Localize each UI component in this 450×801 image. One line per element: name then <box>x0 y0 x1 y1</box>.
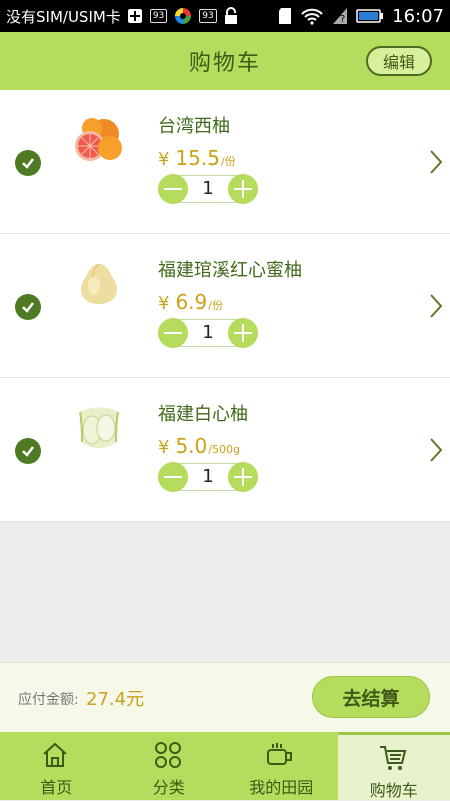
currency-symbol: ¥ <box>158 149 169 170</box>
battery-icon <box>356 8 384 24</box>
cup-icon <box>265 740 295 770</box>
no-signal-icon: ? <box>332 7 348 25</box>
minus-icon[interactable] <box>158 174 188 204</box>
plus-box-icon <box>127 8 143 24</box>
nav-item-cart[interactable]: 购物车 <box>338 732 450 800</box>
nav-item-category[interactable]: 分类 <box>113 732 226 800</box>
checkout-button[interactable]: 去结算 <box>312 676 430 718</box>
plus-icon[interactable] <box>228 462 258 492</box>
nav-label: 我的田园 <box>225 774 338 798</box>
nav-label: 分类 <box>113 774 226 798</box>
price-unit: /份 <box>221 153 236 169</box>
notification-count-badge-2: 93 <box>199 9 216 23</box>
cart-item[interactable]: 福建琯溪红心蜜柚 ¥ 6.9 /份 1 <box>0 234 450 378</box>
plus-icon[interactable] <box>228 318 258 348</box>
clock: 16:07 <box>392 6 444 27</box>
app-header: 购物车 编辑 <box>0 32 450 90</box>
price-value: 5.0 <box>175 434 207 458</box>
chevron-right-icon[interactable] <box>426 436 446 464</box>
cart-item[interactable]: 福建白心柚 ¥ 5.0 /500g 1 <box>0 378 450 522</box>
pomelo-product-image <box>68 258 130 312</box>
quantity-value[interactable]: 1 <box>188 174 228 204</box>
carrier-label: 没有SIM/USIM卡 <box>6 6 121 27</box>
product-price: ¥ 6.9 /份 <box>158 290 223 314</box>
bottom-nav: 首页 分类 我的田园 购物车 <box>0 732 450 800</box>
svg-text:?: ? <box>340 14 345 25</box>
checkbox-checked-icon[interactable] <box>15 438 41 464</box>
checkout-bar: 应付金额: 27.4元 去结算 <box>0 662 450 732</box>
price-unit: /份 <box>208 297 223 313</box>
product-name[interactable]: 福建白心柚 <box>158 400 248 426</box>
colorful-app-icon <box>174 7 192 25</box>
nav-item-home[interactable]: 首页 <box>0 732 113 800</box>
page-title: 购物车 <box>189 45 261 77</box>
cart-icon <box>378 743 408 773</box>
minus-icon[interactable] <box>158 318 188 348</box>
total-amount: 27.4元 <box>86 685 144 711</box>
quantity-value[interactable]: 1 <box>188 318 228 348</box>
currency-symbol: ¥ <box>158 293 169 314</box>
quantity-value[interactable]: 1 <box>188 462 228 492</box>
notification-count-badge: 93 <box>150 9 167 23</box>
price-value: 15.5 <box>175 146 220 170</box>
quantity-stepper: 1 <box>158 318 258 348</box>
grid-icon <box>153 740 183 770</box>
lock-icon <box>224 7 238 25</box>
nav-label: 首页 <box>0 774 113 798</box>
product-name[interactable]: 福建琯溪红心蜜柚 <box>158 256 302 282</box>
chevron-right-icon[interactable] <box>426 148 446 176</box>
white-pomelo-product-image <box>68 402 130 456</box>
nav-item-my-garden[interactable]: 我的田园 <box>225 732 338 800</box>
cart-list: 台湾西柚 ¥ 15.5 /份 1 福建琯溪红心蜜柚 ¥ 6.9 <box>0 90 450 522</box>
wifi-icon <box>300 7 324 25</box>
sd-card-icon <box>278 7 292 25</box>
price-value: 6.9 <box>175 290 207 314</box>
edit-button[interactable]: 编辑 <box>366 46 432 76</box>
home-icon <box>40 740 70 770</box>
grapefruit-product-image <box>68 114 130 168</box>
currency-symbol: ¥ <box>158 437 169 458</box>
total-label: 应付金额: <box>18 689 79 709</box>
status-bar: 没有SIM/USIM卡 93 93 ? <box>0 0 450 32</box>
checkbox-checked-icon[interactable] <box>15 150 41 176</box>
product-name[interactable]: 台湾西柚 <box>158 112 230 138</box>
nav-label: 购物车 <box>338 777 450 801</box>
quantity-stepper: 1 <box>158 174 258 204</box>
quantity-stepper: 1 <box>158 462 258 492</box>
minus-icon[interactable] <box>158 462 188 492</box>
cart-item[interactable]: 台湾西柚 ¥ 15.5 /份 1 <box>0 90 450 234</box>
product-price: ¥ 5.0 /500g <box>158 434 240 458</box>
chevron-right-icon[interactable] <box>426 292 446 320</box>
price-unit: /500g <box>208 443 240 456</box>
product-price: ¥ 15.5 /份 <box>158 146 236 170</box>
plus-icon[interactable] <box>228 174 258 204</box>
checkbox-checked-icon[interactable] <box>15 294 41 320</box>
